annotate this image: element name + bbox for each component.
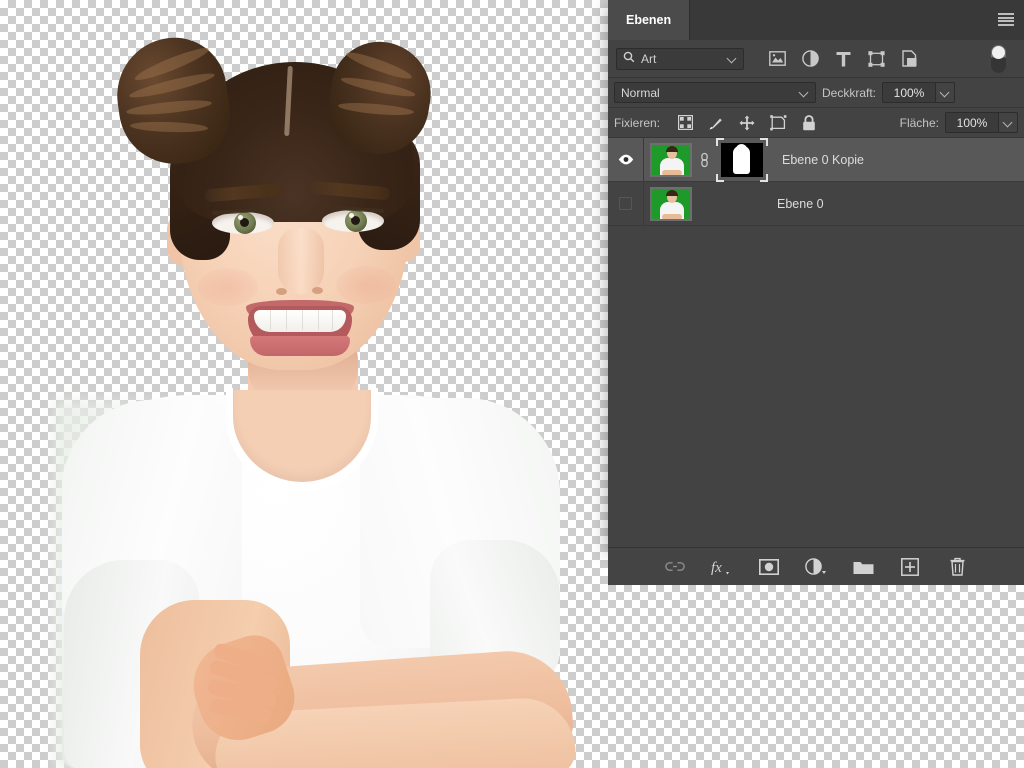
opacity-stepper[interactable] — [936, 82, 956, 103]
layer-visibility-toggle[interactable] — [608, 182, 644, 225]
layer-thumbnail[interactable] — [650, 186, 692, 221]
delete-layer-icon[interactable] — [946, 556, 968, 578]
tab-layers[interactable]: Ebenen — [608, 0, 691, 40]
lock-position-icon[interactable] — [738, 114, 756, 132]
fill-label: Fläche: — [899, 115, 939, 130]
filter-type-icons — [768, 49, 919, 68]
lock-image-pixels-icon[interactable] — [707, 114, 725, 132]
layer-mask-thumbnail[interactable] — [716, 137, 768, 182]
add-layer-mask-icon[interactable] — [758, 556, 780, 578]
link-layers-icon[interactable] — [664, 556, 686, 578]
filter-kind-select[interactable]: Art — [616, 47, 744, 70]
thumb-arms — [662, 169, 682, 175]
chevron-down-icon — [1004, 118, 1013, 127]
shape-layer-filter-icon[interactable] — [867, 49, 886, 68]
panel-tab-bar: Ebenen — [608, 0, 1024, 40]
nose — [278, 228, 324, 294]
smart-object-filter-icon[interactable] — [900, 49, 919, 68]
mask-preview — [721, 142, 763, 177]
tooth-gap — [302, 310, 303, 330]
blend-mode-select[interactable]: Normal — [614, 82, 816, 103]
nostril-right — [312, 287, 323, 294]
tooth-gap — [332, 310, 333, 330]
pixel-layer-filter-icon[interactable] — [768, 49, 787, 68]
filter-kind-label: Art — [641, 51, 657, 66]
subject-image — [0, 0, 620, 768]
opacity-label: Deckkraft: — [822, 85, 877, 100]
layer-mask-link-icon[interactable] — [697, 152, 711, 168]
lower-lip — [250, 336, 350, 356]
layer-name-label[interactable]: Ebene 0 — [777, 197, 824, 211]
mask-selection-bracket — [760, 173, 768, 182]
eye-icon-off — [619, 197, 632, 210]
toggle-knob — [992, 45, 1005, 59]
thumb-hair — [666, 145, 678, 152]
layers-body: Ebene 0 Kopie Ebene 0 — [608, 137, 1024, 547]
search-icon — [623, 51, 635, 66]
new-layer-icon[interactable] — [899, 556, 921, 578]
chevron-down-icon[interactable] — [728, 54, 737, 63]
layers-panel[interactable]: Ebenen Art Normal Deckkraft: 100% Fixier… — [608, 0, 1024, 585]
svg-text:fx: fx — [711, 560, 722, 576]
opacity-control[interactable]: 100% — [882, 82, 956, 103]
thumb-arms — [662, 213, 682, 219]
layers-bottom-toolbar: fx — [608, 547, 1024, 585]
type-layer-filter-icon[interactable] — [834, 49, 853, 68]
tooth-gap — [286, 310, 287, 330]
lock-artboard-nesting-icon[interactable] — [769, 114, 787, 132]
layer-thumbnail[interactable] — [650, 142, 692, 177]
lock-buttons — [676, 114, 818, 132]
layer-list[interactable]: Ebene 0 Kopie Ebene 0 — [608, 137, 1024, 226]
table-row[interactable]: Ebene 0 Kopie — [608, 137, 1024, 182]
new-group-icon[interactable] — [852, 556, 874, 578]
fill-input[interactable]: 100% — [945, 112, 999, 133]
fill-stepper[interactable] — [999, 112, 1018, 133]
chevron-down-icon[interactable] — [800, 88, 809, 97]
tooth-gap — [318, 310, 319, 330]
layer-style-fx-icon[interactable]: fx — [711, 556, 733, 578]
filter-enable-toggle[interactable] — [991, 44, 1006, 73]
layer-list-empty-area[interactable] — [608, 226, 1024, 547]
thumb-hair — [666, 189, 678, 196]
opacity-input[interactable]: 100% — [882, 82, 937, 103]
layer-name-label[interactable]: Ebene 0 Kopie — [782, 153, 864, 167]
chevron-down-icon — [941, 88, 950, 97]
lock-all-icon[interactable] — [800, 114, 818, 132]
cheek-right — [336, 266, 396, 304]
nostril-left — [276, 288, 287, 295]
mask-selection-bracket — [716, 173, 724, 182]
fill-control[interactable]: 100% — [945, 112, 1018, 133]
tooth-gap — [270, 310, 271, 330]
mask-selection-bracket — [716, 137, 724, 146]
hamburger-menu-icon[interactable] — [998, 13, 1014, 26]
eye-icon — [618, 154, 634, 165]
lock-transparent-pixels-icon[interactable] — [676, 114, 694, 132]
layer-filter-row: Art — [608, 40, 1024, 78]
lock-label: Fixieren: — [614, 115, 661, 130]
new-adjustment-layer-icon[interactable] — [805, 556, 827, 578]
layer-visibility-toggle[interactable] — [608, 138, 644, 181]
blend-opacity-row: Normal Deckkraft: 100% — [608, 78, 1024, 108]
eye-glint-left — [238, 215, 243, 220]
lock-fill-row: Fixieren: Fläche: 100% — [608, 108, 1024, 138]
eye-glint-right — [349, 213, 354, 218]
blend-mode-value: Normal — [621, 85, 660, 100]
cheek-left — [198, 268, 258, 306]
tab-layers-label: Ebenen — [626, 13, 672, 27]
table-row[interactable]: Ebene 0 — [608, 182, 1024, 226]
mask-selection-bracket — [760, 137, 768, 146]
mask-silhouette-head — [736, 143, 747, 154]
adjustment-layer-filter-icon[interactable] — [801, 49, 820, 68]
